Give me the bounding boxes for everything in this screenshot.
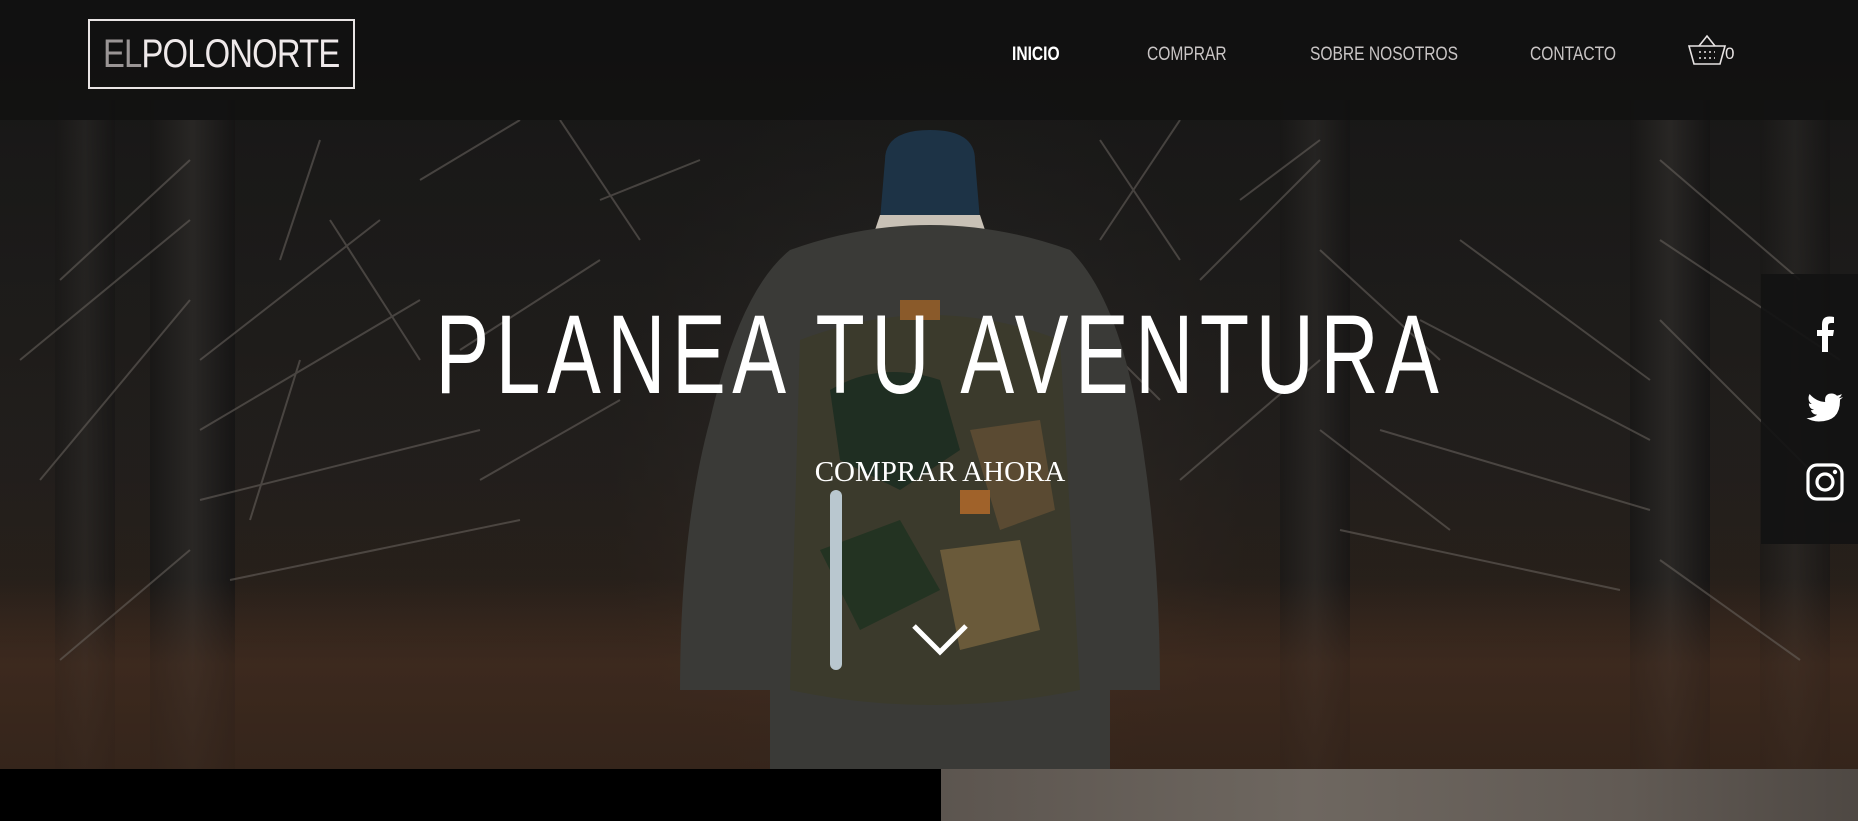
chevron-down-icon[interactable] (910, 622, 970, 656)
basket-icon[interactable] (1687, 34, 1727, 66)
nav-item-label: SOBRE NOSOTROS (1310, 44, 1459, 65)
nav-item-sobre-nosotros[interactable]: SOBRE NOSOTROS (1310, 44, 1491, 68)
nav-item-label: CONTACTO (1530, 44, 1616, 65)
logo-prefix: EL (103, 31, 142, 76)
section-divider-left (0, 769, 941, 821)
cart-count[interactable]: 0 (1725, 44, 1734, 64)
shop-now-button[interactable]: COMPRAR AHORA (780, 452, 1100, 492)
nav-item-label: INICIO (1012, 44, 1060, 65)
instagram-icon[interactable] (1805, 462, 1845, 502)
nav-item-inicio[interactable]: INICIO (1012, 44, 1070, 68)
hero-headline-text: PLANEA TU AVENTURA (435, 292, 1445, 417)
site-header: ELPOLONORTE INICIO COMPRAR SOBRE NOSOTRO… (0, 0, 1858, 120)
twitter-icon[interactable] (1805, 388, 1845, 428)
nav-item-contacto[interactable]: CONTACTO (1530, 44, 1635, 68)
facebook-icon[interactable] (1805, 314, 1845, 354)
social-bar (1761, 274, 1858, 544)
hiker-silhouette (680, 130, 1160, 769)
section-divider-right (941, 769, 1858, 821)
hero-headline: PLANEA TU AVENTURA (0, 290, 1858, 420)
brand-logo[interactable]: ELPOLONORTE (88, 19, 355, 89)
logo-main: POLONORTE (141, 31, 341, 76)
nav-item-label: COMPRAR (1147, 44, 1227, 65)
nav-item-comprar[interactable]: COMPRAR (1147, 44, 1244, 68)
